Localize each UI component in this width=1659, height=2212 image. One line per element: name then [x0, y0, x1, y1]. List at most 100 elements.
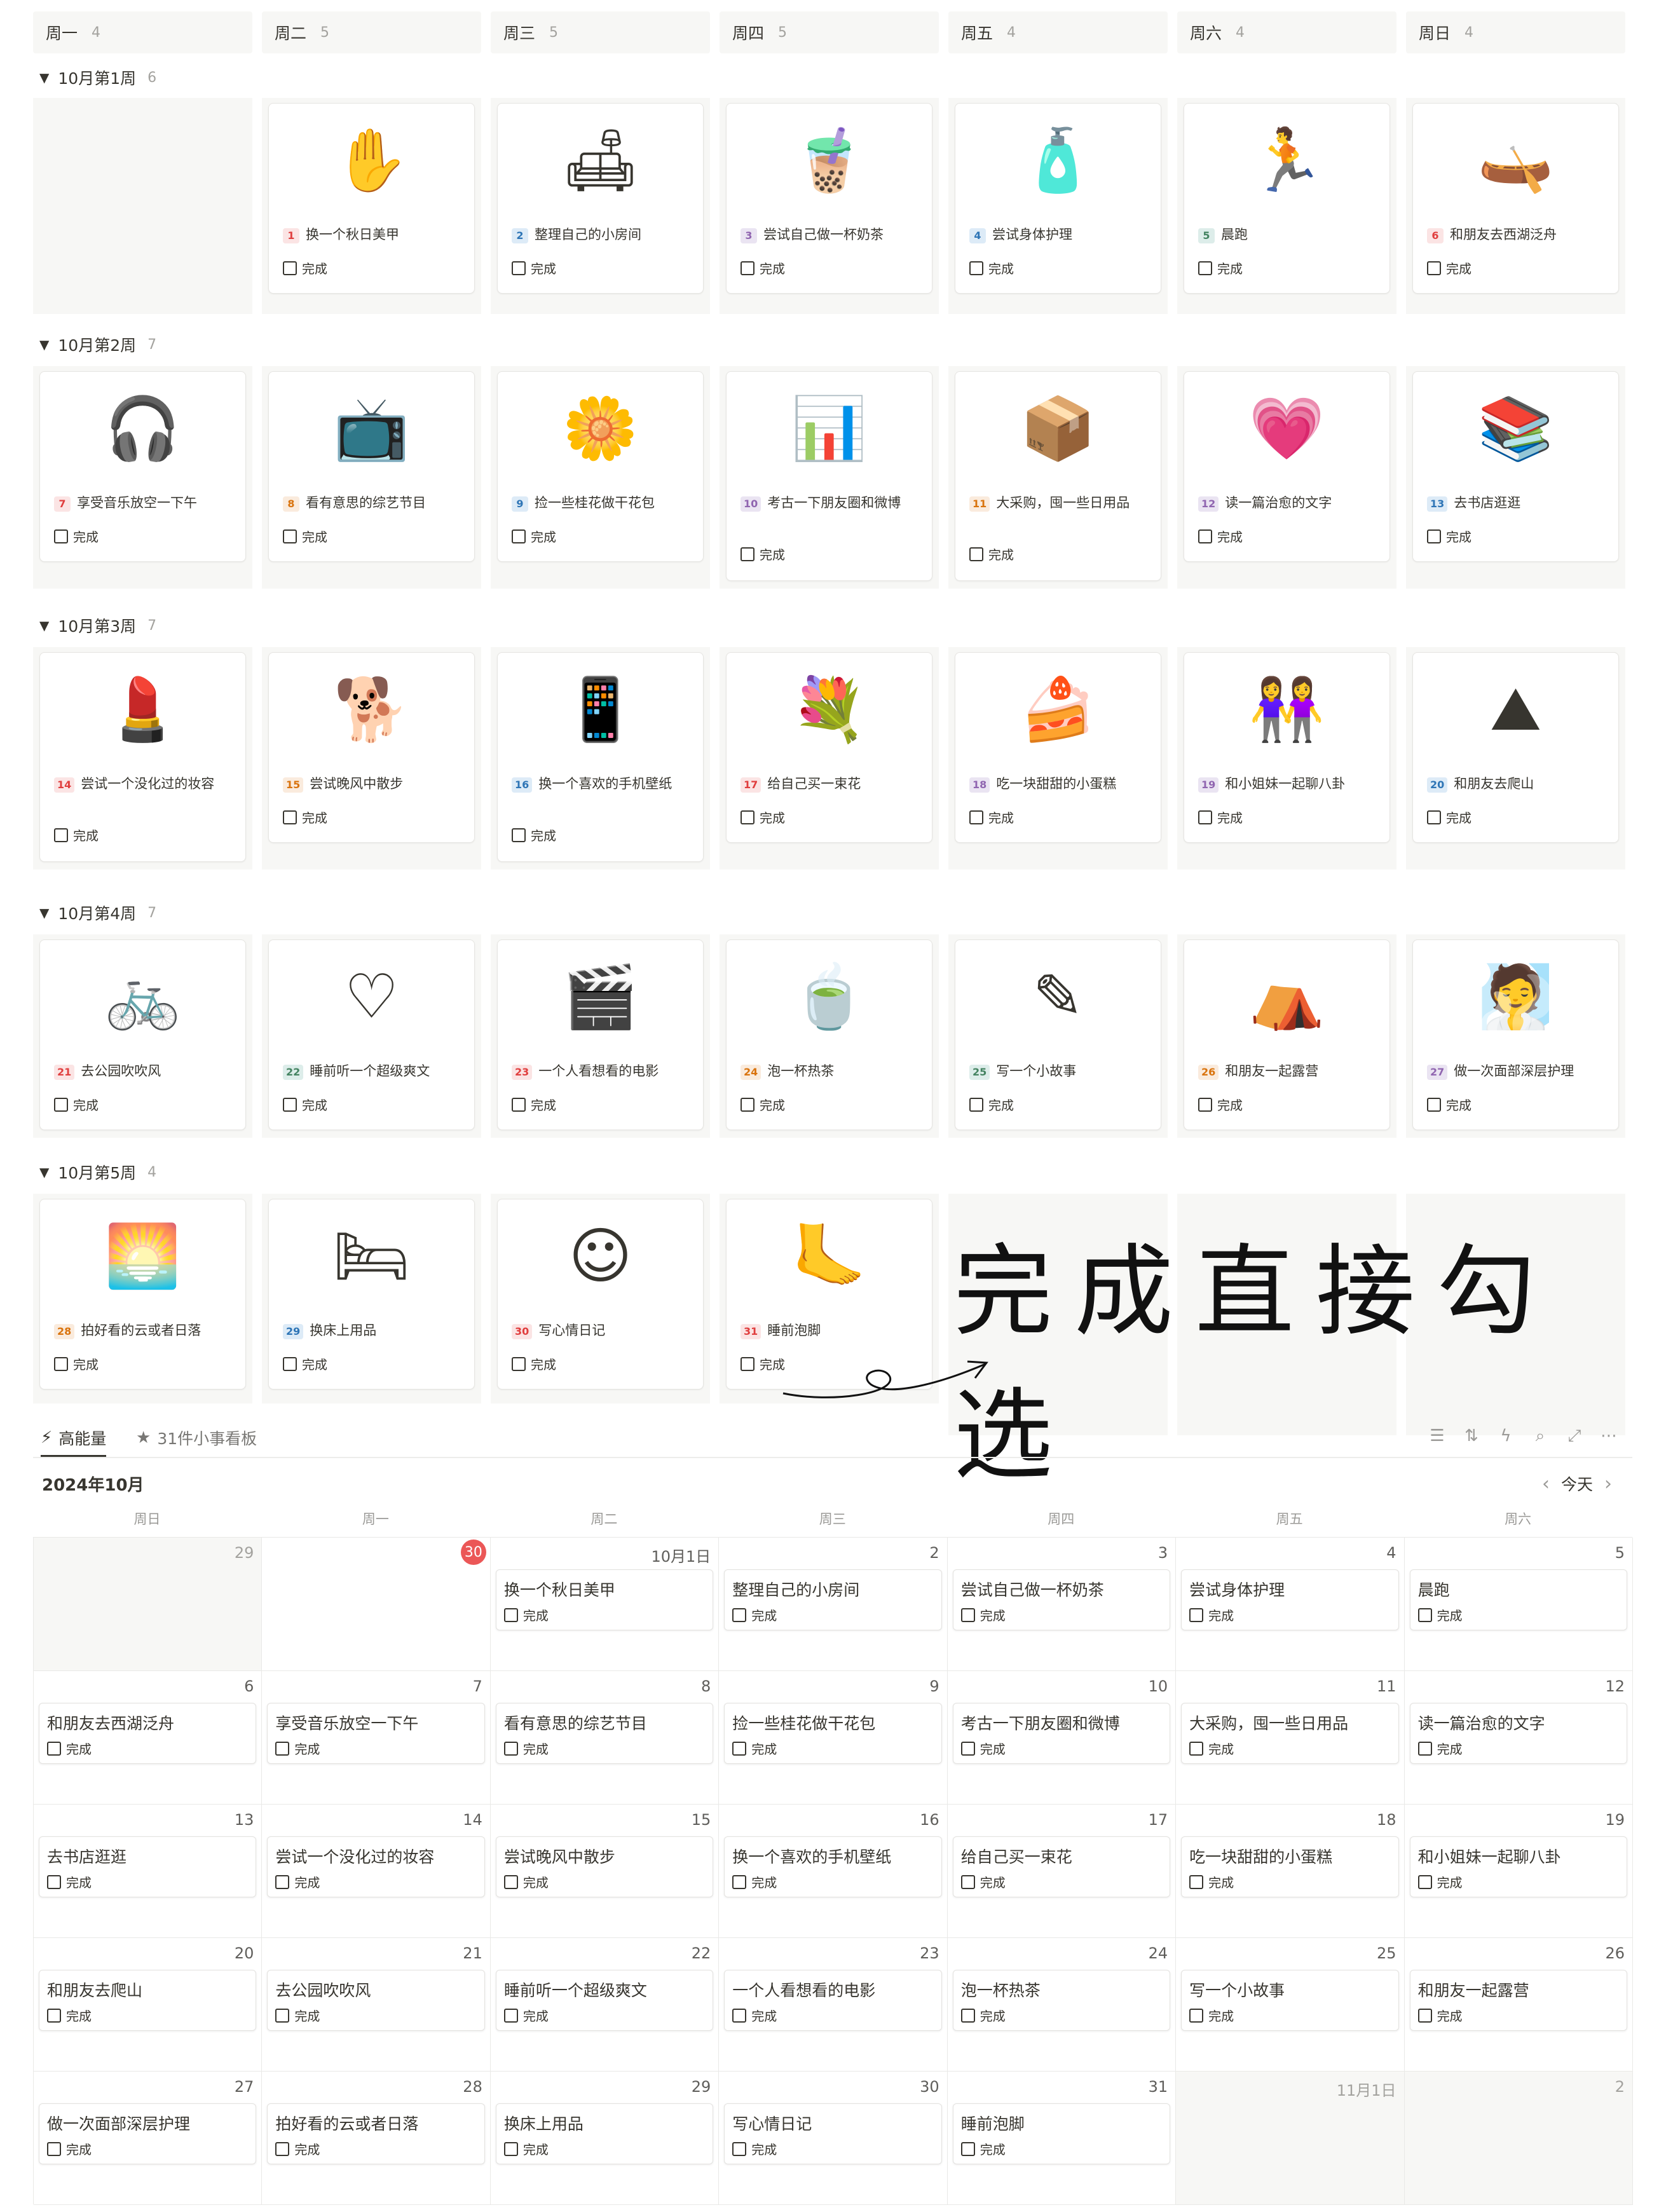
calendar-day[interactable]: 26 和朋友一起露营 完成	[1404, 1938, 1633, 2072]
group-header-week-1[interactable]: ▼ 10月第1周 6	[39, 64, 156, 92]
column-header[interactable]: 周三 5	[491, 11, 710, 53]
task-card[interactable]: 👭 19 和小姐妹一起聊八卦 完成	[1184, 652, 1390, 843]
done-checkbox[interactable]: 完成	[1198, 1095, 1243, 1114]
event-done-checkbox[interactable]: 完成	[732, 2140, 777, 2158]
calendar-event[interactable]: 拍好看的云或者日落 完成	[267, 2103, 485, 2164]
done-checkbox[interactable]: 完成	[283, 1095, 327, 1114]
more-icon[interactable]: ⋯	[1592, 1426, 1626, 1446]
checkbox-square[interactable]	[503, 2008, 518, 2023]
prev-month-icon[interactable]: ‹	[1542, 1473, 1550, 1495]
event-done-checkbox[interactable]: 完成	[503, 1739, 549, 1758]
task-card[interactable]: 🐕 15 尝试晚风中散步 完成	[268, 652, 475, 843]
done-checkbox[interactable]: 完成	[969, 1095, 1014, 1114]
checkbox-square[interactable]	[47, 1874, 61, 1889]
event-done-checkbox[interactable]: 完成	[503, 1873, 549, 1891]
checkbox-square[interactable]	[960, 2008, 975, 2023]
checkbox-square[interactable]	[1198, 261, 1212, 275]
event-done-checkbox[interactable]: 完成	[1189, 2006, 1234, 2024]
calendar-event[interactable]: 和小姐妹一起聊八卦 完成	[1409, 1836, 1627, 1897]
expand-icon[interactable]: ⤢	[1557, 1426, 1592, 1446]
checkbox-square[interactable]	[283, 1356, 297, 1371]
checkbox-square[interactable]	[503, 1741, 518, 1756]
done-checkbox[interactable]: 完成	[741, 545, 785, 563]
done-checkbox[interactable]: 完成	[512, 1355, 556, 1373]
calendar-event[interactable]: 换一个秋日美甲 完成	[495, 1569, 714, 1630]
calendar-day[interactable]: 2	[1404, 2072, 1633, 2205]
task-card[interactable]: ✋ 1 换一个秋日美甲 完成	[268, 103, 475, 294]
calendar-day[interactable]: 10 考古一下朋友圈和微博 完成	[947, 1671, 1177, 1805]
checkbox-square[interactable]	[741, 547, 754, 561]
checkbox-square[interactable]	[275, 1874, 290, 1889]
event-done-checkbox[interactable]: 完成	[732, 1873, 777, 1891]
event-done-checkbox[interactable]: 完成	[275, 1739, 320, 1758]
checkbox-square[interactable]	[54, 828, 68, 842]
checkbox-square[interactable]	[512, 1356, 526, 1371]
calendar-day[interactable]: 16 换一个喜欢的手机壁纸 完成	[719, 1805, 948, 1938]
checkbox-square[interactable]	[732, 1741, 747, 1756]
event-done-checkbox[interactable]: 完成	[275, 2006, 320, 2024]
task-card[interactable]: 🧋 3 尝试自己做一杯奶茶 完成	[726, 103, 932, 294]
task-card[interactable]: ♡ 22 睡前听一个超级爽文 完成	[268, 939, 475, 1130]
calendar-event[interactable]: 睡前泡脚 完成	[952, 2103, 1171, 2164]
collapse-triangle-icon[interactable]: ▼	[39, 337, 49, 352]
checkbox-square[interactable]	[969, 810, 983, 824]
checkbox-square[interactable]	[503, 1874, 518, 1889]
done-checkbox[interactable]: 完成	[283, 527, 327, 545]
done-checkbox[interactable]: 完成	[54, 1095, 99, 1114]
calendar-day[interactable]: 22 睡前听一个超级爽文 完成	[490, 1938, 720, 2072]
task-card[interactable]: 🛋 2 整理自己的小房间 完成	[497, 103, 704, 294]
done-checkbox[interactable]: 完成	[512, 527, 556, 545]
calendar-day[interactable]: 29 换床上用品 完成	[490, 2072, 720, 2205]
task-card[interactable]: 🍰 18 吃一块甜甜的小蛋糕 完成	[955, 652, 1161, 843]
done-checkbox[interactable]: 完成	[741, 1095, 785, 1114]
event-done-checkbox[interactable]: 完成	[503, 2006, 549, 2024]
task-card[interactable]: 📺 8 看有意思的综艺节目 完成	[268, 371, 475, 562]
calendar-event[interactable]: 换床上用品 完成	[495, 2103, 714, 2164]
column-header[interactable]: 周四 5	[720, 11, 939, 53]
checkbox-square[interactable]	[1427, 1097, 1441, 1112]
event-done-checkbox[interactable]: 完成	[275, 1873, 320, 1891]
calendar-day[interactable]: 14 尝试一个没化过的妆容 完成	[262, 1805, 491, 1938]
checkbox-square[interactable]	[54, 1097, 68, 1112]
checkbox-square[interactable]	[47, 2008, 61, 2023]
column-header[interactable]: 周六 4	[1177, 11, 1396, 53]
calendar-day[interactable]: 21 去公园吹吹风 完成	[262, 1938, 491, 2072]
checkbox-square[interactable]	[732, 2141, 747, 2156]
checkbox-square[interactable]	[512, 1097, 526, 1112]
checkbox-square[interactable]	[54, 529, 68, 543]
calendar-event[interactable]: 看有意思的综艺节目 完成	[495, 1703, 714, 1764]
checkbox-square[interactable]	[512, 261, 526, 275]
checkbox-square[interactable]	[960, 1608, 975, 1622]
task-card[interactable]: ⛺ 26 和朋友一起露营 完成	[1184, 939, 1390, 1130]
calendar-day[interactable]: 6 和朋友去西湖泛舟 完成	[34, 1671, 263, 1805]
checkbox-square[interactable]	[1427, 529, 1441, 543]
event-done-checkbox[interactable]: 完成	[960, 2006, 1006, 2024]
task-card[interactable]: 📱 16 换一个喜欢的手机壁纸 完成	[497, 652, 704, 862]
checkbox-square[interactable]	[275, 2141, 290, 2156]
calendar-day[interactable]: 20 和朋友去爬山 完成	[34, 1938, 263, 2072]
checkbox-square[interactable]	[47, 2141, 61, 2156]
calendar-day[interactable]: 3 尝试自己做一杯奶茶 完成	[947, 1538, 1177, 1671]
column-header[interactable]: 周二 5	[262, 11, 481, 53]
task-card[interactable]: 🛶 6 和朋友去西湖泛舟 完成	[1412, 103, 1619, 294]
calendar-event[interactable]: 晨跑 完成	[1409, 1569, 1627, 1630]
calendar-day[interactable]: 13 去书店逛逛 完成	[34, 1805, 263, 1938]
done-checkbox[interactable]: 完成	[741, 808, 785, 826]
calendar-day[interactable]: 30	[262, 1538, 491, 1671]
calendar-event[interactable]: 尝试身体护理 完成	[1181, 1569, 1399, 1630]
checkbox-square[interactable]	[732, 1608, 747, 1622]
calendar-event[interactable]: 泡一杯热茶 完成	[952, 1970, 1171, 2031]
calendar-event[interactable]: 去书店逛逛 完成	[39, 1836, 257, 1897]
checkbox-square[interactable]	[969, 1097, 983, 1112]
checkbox-square[interactable]	[47, 1741, 61, 1756]
calendar-day[interactable]: 31 睡前泡脚 完成	[947, 2072, 1177, 2205]
column-header[interactable]: 周一 4	[33, 11, 252, 53]
event-done-checkbox[interactable]: 完成	[1417, 1739, 1463, 1758]
task-card[interactable]: 🛏 29 换床上用品 完成	[268, 1199, 475, 1389]
checkbox-square[interactable]	[275, 1741, 290, 1756]
checkbox-square[interactable]	[512, 828, 526, 842]
checkbox-square[interactable]	[512, 529, 526, 543]
checkbox-square[interactable]	[1189, 2008, 1204, 2023]
calendar-event[interactable]: 尝试一个没化过的妆容 完成	[267, 1836, 485, 1897]
search-icon[interactable]: ⌕	[1523, 1426, 1557, 1446]
